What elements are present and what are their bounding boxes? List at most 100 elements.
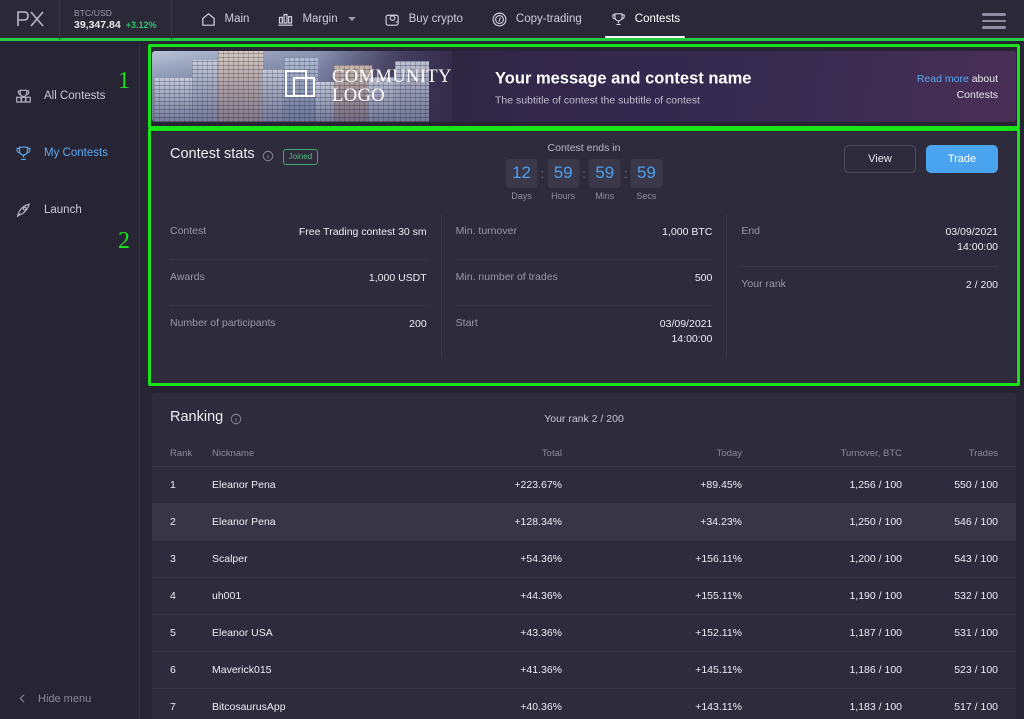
countdown-mins-value: 59	[588, 159, 621, 188]
nickname-cell: Eleanor Pena	[212, 466, 402, 504]
info-icon[interactable]	[230, 413, 242, 425]
your-rank-label: Your rank 2 / 200	[544, 413, 624, 425]
nickname-cell: BitcosaurusApp	[212, 688, 402, 719]
stat-key: Start	[455, 317, 478, 329]
stat-value: Free Trading contest 30 sm	[298, 226, 427, 238]
total-cell: +223.67%	[402, 466, 562, 504]
annotation-number-1: 1	[118, 68, 130, 94]
main-content: COMMUNITY LOGO Your message and contest …	[118, 44, 1024, 719]
nav-item-margin[interactable]: Margin	[263, 0, 369, 40]
table-row[interactable]: 3 Scalper +54.36% +156.11% 1,200 / 100 543 / …	[152, 540, 1016, 578]
ticker-price: 39,347.84	[74, 18, 121, 31]
stat-row-your-rank: Your rank 2 / 200	[741, 267, 998, 313]
ticker-pair: BTC/USD	[74, 7, 113, 18]
ticker-btcusd[interactable]: BTC/USD 39,347.84 +3.12%	[60, 0, 172, 40]
stat-row-min-trades: Min. number of trades 500	[455, 260, 713, 306]
table-row[interactable]: 1 Eleanor Pena +223.67% +89.45% 1,256 / 100 5…	[152, 466, 1016, 504]
ranking-table: Rank Nickname Total Today Turnover, BTC …	[152, 441, 1016, 719]
col-header-rank[interactable]: Rank	[152, 441, 212, 467]
countdown-separator: :	[582, 166, 586, 181]
countdown-mins-unit: Mins	[595, 191, 615, 201]
countdown-row: 12 Days : 59 Hours : 59 Mins: 59 Secs	[505, 159, 663, 201]
nav-label-main: Main	[224, 13, 250, 25]
banner-title: Your message and contest name	[495, 69, 752, 87]
hide-menu-label: Hide menu	[38, 692, 92, 705]
nav-item-copy-trading[interactable]: Copy-trading	[477, 0, 596, 40]
stat-key: Number of participants	[170, 317, 276, 329]
trophy-icon	[612, 12, 625, 25]
col-header-nickname[interactable]: Nickname	[212, 441, 402, 467]
rank-cell: 5	[152, 614, 212, 652]
sidebar-label-launch: Launch	[44, 204, 82, 216]
turnover-cell: 1,187 / 100	[742, 614, 902, 652]
rank-cell: 3	[152, 540, 212, 578]
community-logo-text: COMMUNITY LOGO	[332, 67, 452, 106]
col-header-total[interactable]: Total	[402, 441, 562, 467]
info-icon[interactable]	[262, 150, 274, 162]
nav-label-contests: Contests	[634, 13, 681, 25]
contest-stats-card: Contest stats Joined Contest ends in 12 …	[152, 132, 1016, 383]
nav-item-main[interactable]: Main	[186, 0, 264, 40]
nav-label-buy-crypto: Buy crypto	[408, 13, 463, 25]
ranking-table-head: Rank Nickname Total Today Turnover, BTC …	[152, 441, 1016, 467]
stat-key: End	[741, 225, 761, 237]
chevron-down-icon[interactable]	[347, 17, 356, 21]
today-cell: +143.11%	[562, 688, 742, 719]
total-cell: +128.34%	[402, 503, 562, 541]
contest-stats-header: Contest stats Joined Contest ends in 12 …	[152, 132, 1016, 201]
stat-key: Your rank	[741, 278, 786, 290]
top-header: BTC/USD 39,347.84 +3.12% Main Margin Buy…	[0, 0, 1024, 41]
turnover-cell: 1,250 / 100	[742, 503, 902, 541]
nav-item-contests[interactable]: Contests	[596, 0, 694, 40]
banner-message: Your message and contest name The subtit…	[495, 67, 751, 106]
stat-value: 200	[409, 318, 427, 330]
brand-logo[interactable]	[0, 0, 60, 40]
turnover-cell: 1,256 / 100	[742, 466, 902, 504]
stats-column-1: Contest Free Trading contest 30 sm Award…	[170, 214, 442, 358]
countdown-secs-value: 59	[630, 159, 663, 188]
stat-value: 500	[694, 272, 713, 284]
stat-value: 1,000 BTC	[662, 226, 713, 238]
hide-menu-button[interactable]: Hide menu	[0, 692, 140, 705]
today-cell: +155.11%	[562, 577, 742, 615]
left-sidebar: All Contests My Contests Launch Hide men…	[0, 44, 140, 719]
col-header-trades[interactable]: Trades	[902, 441, 1016, 467]
contest-action-buttons: View Trade	[844, 145, 998, 173]
stats-column-2: Min. turnover 1,000 BTC Min. number of t…	[442, 214, 728, 358]
view-button[interactable]: View	[844, 145, 916, 173]
sidebar-item-my-contests[interactable]: My Contests	[0, 133, 139, 173]
table-row[interactable]: 2 Eleanor Pena +128.34% +34.23% 1,250 / 100 5…	[152, 503, 1016, 541]
countdown-days: 12 Days	[505, 159, 538, 201]
sidebar-label-all-contests: All Contests	[44, 90, 106, 102]
col-header-today[interactable]: Today	[562, 441, 742, 467]
contests-grid-icon	[16, 89, 31, 103]
trade-button[interactable]: Trade	[926, 145, 998, 173]
table-row[interactable]: 6 Maverick015 +41.36% +145.11% 1,186 / 100 52…	[152, 651, 1016, 689]
total-cell: +41.36%	[402, 651, 562, 689]
chevron-left-icon	[19, 694, 25, 703]
turnover-cell: 1,186 / 100	[742, 651, 902, 689]
table-row[interactable]: 7 BitcosaurusApp +40.36% +143.11% 1,183 / 10…	[152, 688, 1016, 719]
nav-item-buy-crypto[interactable]: Buy crypto	[370, 0, 477, 40]
nav-label-copy-trading: Copy-trading	[515, 13, 582, 25]
stat-key: Min. number of trades	[455, 271, 558, 283]
sidebar-item-launch[interactable]: Launch	[0, 190, 139, 230]
rank-cell: 1	[152, 466, 212, 504]
read-more-link[interactable]: Read more	[917, 73, 969, 85]
table-row[interactable]: 5 Eleanor USA +43.36% +152.11% 1,187 / 100 53…	[152, 614, 1016, 652]
hamburger-line	[982, 13, 1006, 16]
countdown-separator: :	[540, 166, 545, 181]
hamburger-menu-button[interactable]	[982, 13, 1006, 29]
countdown-separator: :	[623, 166, 628, 181]
ranking-card: Ranking Your rank 2 / 200 Rank Nickname …	[152, 393, 1016, 719]
trades-cell: 531 / 100	[902, 614, 1016, 652]
table-row[interactable]: 4 uh001 +44.36% +155.11% 1,190 / 100 532 / 10…	[152, 577, 1016, 615]
banner-subtitle: The subtitle of contest the subtitle of …	[495, 94, 700, 106]
stat-row-awards: Awards 1,000 USDT	[170, 260, 427, 306]
stat-row-min-turnover: Min. turnover 1,000 BTC	[455, 214, 713, 260]
today-cell: +156.11%	[562, 540, 742, 578]
stat-key: Min. turnover	[455, 225, 517, 237]
total-cell: +44.36%	[402, 577, 562, 615]
col-header-turnover[interactable]: Turnover, BTC	[742, 441, 902, 467]
promo-banner[interactable]: COMMUNITY LOGO Your message and contest …	[152, 51, 1016, 122]
